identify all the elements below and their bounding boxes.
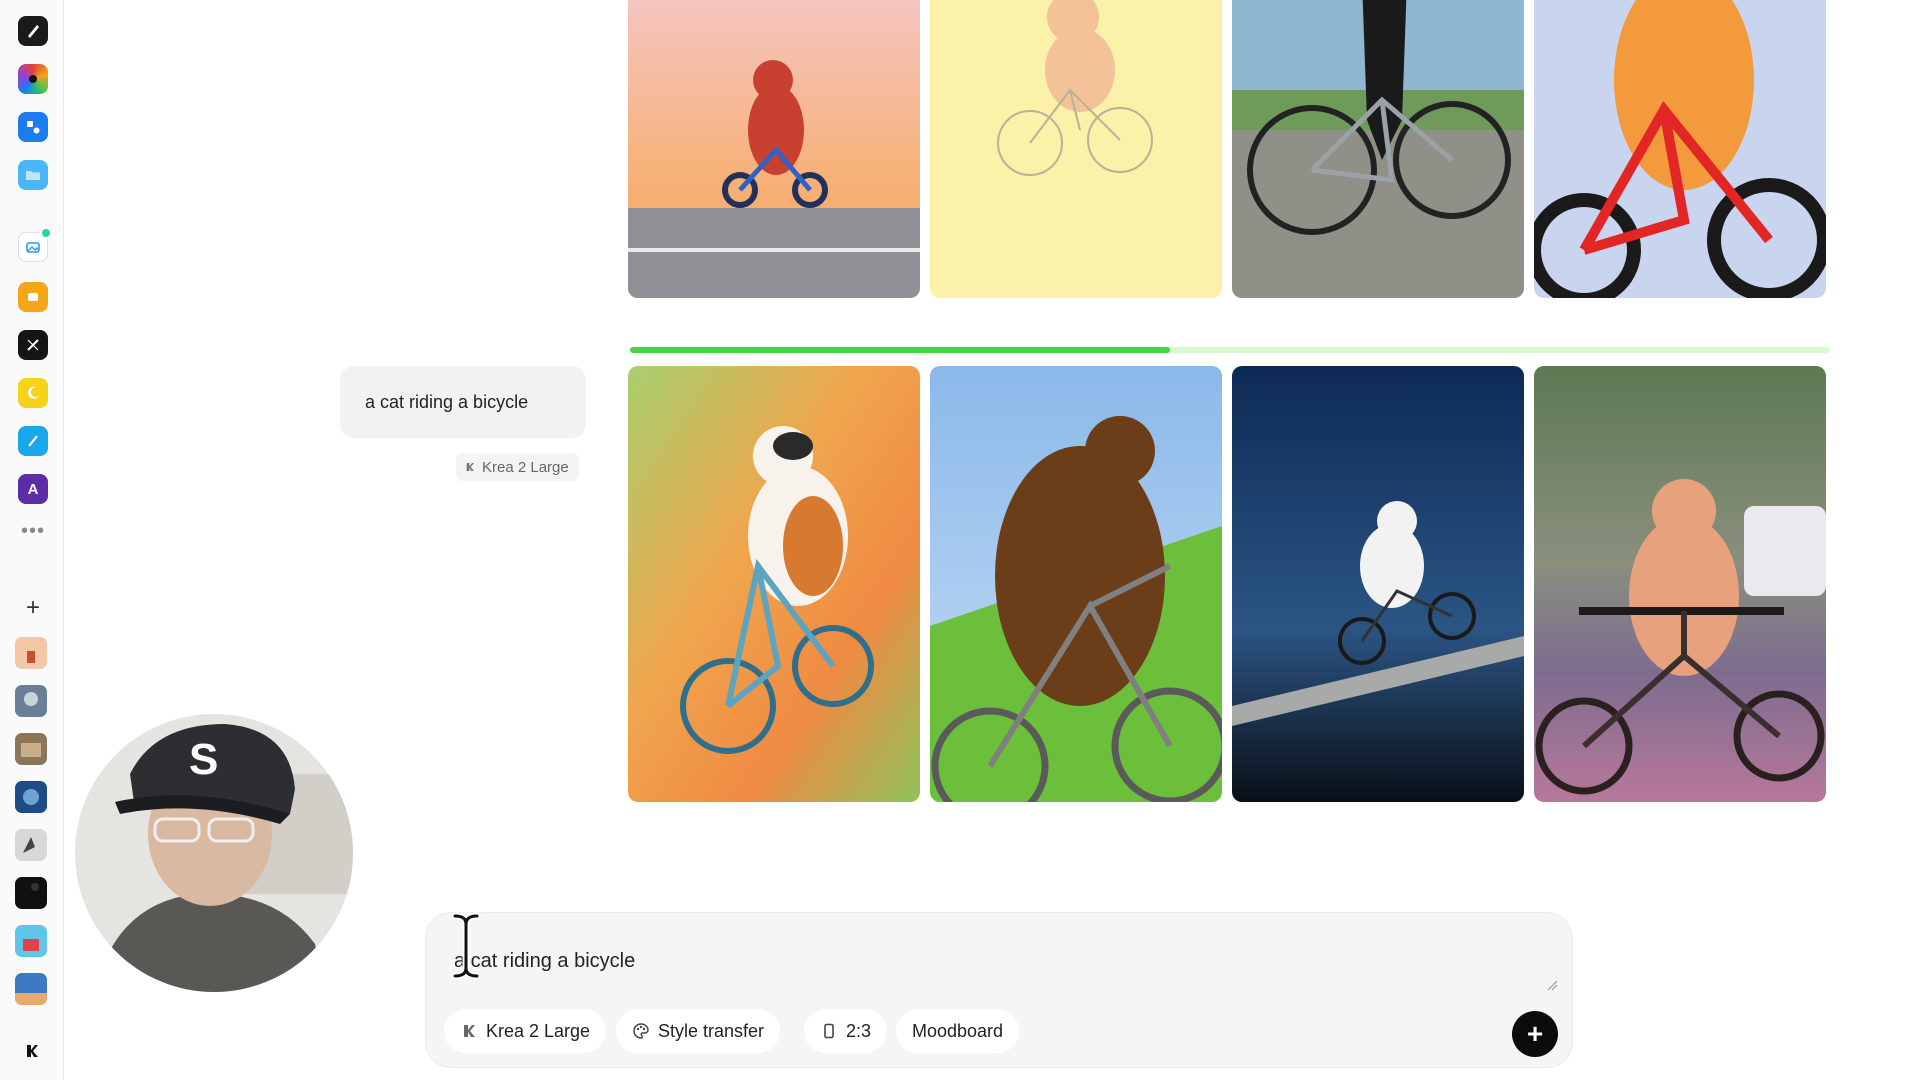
more-apps-button[interactable]: ••• [18, 520, 48, 543]
krea-logo-icon[interactable] [17, 1036, 47, 1066]
generation-progress-bar [630, 347, 1830, 353]
resize-grip-icon[interactable] [1546, 979, 1558, 991]
portrait-ratio-icon [824, 1023, 834, 1039]
webcam-overlay: S [75, 714, 353, 992]
letter-a-icon[interactable]: A [18, 474, 48, 504]
pen-tool-icon[interactable] [18, 426, 48, 456]
krea-logo-icon [466, 463, 474, 471]
prompt-input[interactable] [454, 941, 1454, 981]
generated-image[interactable] [1232, 366, 1524, 802]
app-sidebar: A ••• + [0, 0, 64, 1080]
prompt-composer: Krea 2 Large Style transfer 2:3 Moodboar… [425, 912, 1573, 1068]
image-upload-icon[interactable] [18, 227, 52, 262]
model-selector-button[interactable]: Krea 2 Large [444, 1009, 607, 1053]
recent-project-thumbnail[interactable] [15, 637, 47, 669]
model-tag[interactable]: Krea 2 Large [456, 453, 579, 481]
notification-dot [40, 227, 52, 239]
prompt-text: a cat riding a bicycle [365, 391, 529, 412]
recent-project-thumbnail[interactable] [15, 733, 47, 765]
generate-button[interactable]: + [1512, 1011, 1558, 1057]
moodboard-button[interactable]: Moodboard [896, 1009, 1020, 1053]
generated-image[interactable] [628, 0, 920, 298]
palette-icon [633, 1023, 649, 1039]
folder-icon[interactable] [18, 160, 48, 190]
wand-icon[interactable] [18, 330, 48, 360]
recent-project-thumbnail[interactable] [15, 829, 47, 861]
generated-image[interactable] [628, 366, 920, 802]
style-transfer-label: Style transfer [658, 1020, 765, 1041]
shapes-icon[interactable] [18, 112, 48, 142]
prompt-message[interactable]: a cat riding a bicycle [340, 366, 586, 438]
color-wheel-icon[interactable] [18, 64, 48, 94]
model-tag-label: Krea 2 Large [482, 458, 569, 476]
generated-image[interactable] [1534, 366, 1826, 802]
aspect-ratio-label: 2:3 [846, 1020, 872, 1041]
generated-image[interactable] [930, 366, 1222, 802]
text-cursor-icon [451, 912, 481, 980]
pen-nib-icon[interactable] [18, 16, 48, 46]
model-selector-label: Krea 2 Large [486, 1020, 591, 1041]
moon-icon[interactable] [18, 378, 48, 408]
recent-project-thumbnail[interactable] [15, 685, 47, 717]
generated-image[interactable] [930, 0, 1222, 298]
video-icon[interactable] [18, 282, 48, 312]
recent-project-thumbnail[interactable] [15, 781, 47, 813]
recent-project-thumbnail[interactable] [15, 877, 47, 909]
svg-text:S: S [189, 735, 218, 784]
aspect-ratio-button[interactable]: 2:3 [804, 1009, 888, 1053]
new-project-button[interactable]: + [18, 593, 48, 623]
krea-logo-icon [464, 1025, 475, 1037]
generated-image[interactable] [1232, 0, 1524, 298]
generation-progress-fill [630, 347, 1170, 353]
recent-project-thumbnail[interactable] [15, 973, 47, 1005]
moodboard-label: Moodboard [912, 1020, 1004, 1041]
style-transfer-button[interactable]: Style transfer [616, 1009, 781, 1053]
generated-image[interactable] [1534, 0, 1826, 298]
recent-project-thumbnail[interactable] [15, 925, 47, 957]
